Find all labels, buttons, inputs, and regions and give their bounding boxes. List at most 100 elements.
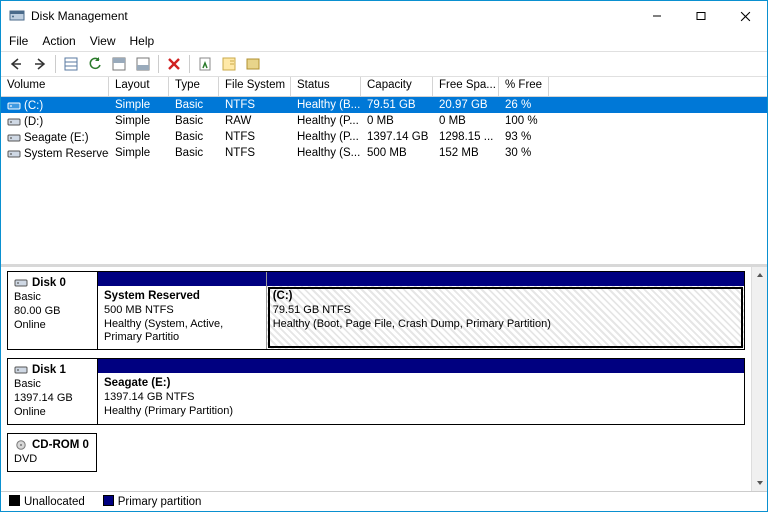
app-window: Disk Management File Action View Help Vo… [0, 0, 768, 512]
window-title: Disk Management [31, 9, 635, 23]
col-layout[interactable]: Layout [109, 77, 169, 96]
disk-state: Online [14, 319, 91, 333]
vertical-scrollbar[interactable] [751, 267, 767, 491]
toolbar-separator [158, 55, 159, 73]
col-type[interactable]: Type [169, 77, 219, 96]
disk-type: DVD [14, 453, 90, 467]
volume-type: Basic [169, 147, 219, 159]
col-pctfree[interactable]: % Free [499, 77, 549, 96]
window-controls [635, 1, 767, 31]
partition[interactable]: (C:)79.51 GB NTFSHealthy (Boot, Page Fil… [267, 272, 744, 349]
partition-status: Healthy (Boot, Page File, Crash Dump, Pr… [273, 318, 551, 330]
partition[interactable]: Seagate (E:)1397.14 GB NTFSHealthy (Prim… [98, 359, 744, 424]
drive-icon [7, 147, 21, 159]
menu-help[interactable]: Help [130, 34, 155, 48]
volume-row[interactable]: System ReservedSimpleBasicNTFSHealthy (S… [1, 145, 767, 161]
legend-swatch-black [9, 495, 20, 506]
volume-free: 152 MB [433, 147, 499, 159]
partition-size: 1397.14 GB NTFS [104, 391, 195, 403]
col-freespace[interactable]: Free Spa... [433, 77, 499, 96]
partition-title: Seagate (E:) [104, 377, 170, 389]
disk-type: Basic [14, 291, 91, 305]
volume-capacity: 500 MB [361, 147, 433, 159]
disk-icon [14, 365, 28, 375]
disk-info[interactable]: Disk 0Basic80.00 GBOnline [7, 271, 97, 350]
minimize-button[interactable] [635, 1, 679, 31]
scroll-down-icon[interactable] [752, 475, 768, 491]
toolbar-panel-top[interactable] [108, 53, 130, 75]
volume-capacity: 0 MB [361, 115, 433, 127]
titlebar: Disk Management [1, 1, 767, 31]
volume-row[interactable]: (D:)SimpleBasicRAWHealthy (P...0 MB0 MB1… [1, 113, 767, 129]
toolbar-panel-bottom[interactable] [132, 53, 154, 75]
partition-body: System Reserved 500 MB NTFS Healthy (Syste… [98, 286, 266, 349]
forward-button[interactable] [29, 53, 51, 75]
volume-layout: Simple [109, 131, 169, 143]
disk-row: CD-ROM 0DVD [7, 433, 745, 472]
volume-row[interactable]: Seagate (E:)SimpleBasicNTFSHealthy (P...… [1, 129, 767, 145]
help-button[interactable] [218, 53, 240, 75]
content-area: Volume Layout Type File System Status Ca… [1, 77, 767, 511]
volume-fs: NTFS [219, 131, 291, 143]
refresh-button[interactable] [84, 53, 106, 75]
volume-pct: 93 % [499, 131, 549, 143]
toolbar [1, 51, 767, 77]
partition-body: Seagate (E:)1397.14 GB NTFSHealthy (Prim… [98, 373, 744, 424]
disk-info[interactable]: Disk 1Basic1397.14 GBOnline [7, 358, 97, 425]
disk-label: Disk 0 [32, 276, 66, 290]
partition-header [98, 272, 266, 286]
volume-name: System Reserved [24, 148, 109, 160]
toolbar-view-list[interactable] [60, 53, 82, 75]
legend: Unallocated Primary partition [1, 491, 767, 511]
menu-action[interactable]: Action [42, 34, 75, 48]
volume-pct: 30 % [499, 147, 549, 159]
partition-size: 79.51 GB NTFS [273, 304, 351, 316]
toolbar-separator [189, 55, 190, 73]
properties-button[interactable] [194, 53, 216, 75]
volume-name: Seagate (E:) [24, 132, 89, 144]
volume-capacity: 79.51 GB [361, 99, 433, 111]
legend-primary: Primary partition [103, 495, 202, 508]
col-filesystem[interactable]: File System [219, 77, 291, 96]
menu-view[interactable]: View [90, 34, 116, 48]
volume-fs: NTFS [219, 99, 291, 111]
col-volume[interactable]: Volume [1, 77, 109, 96]
partition-status: Healthy (System, Active, Primary Partiti… [104, 318, 223, 344]
volume-type: Basic [169, 99, 219, 111]
maximize-button[interactable] [679, 1, 723, 31]
legend-primary-label: Primary partition [118, 496, 202, 508]
volume-rows: (C:)SimpleBasicNTFSHealthy (B...79.51 GB… [1, 97, 767, 161]
col-status[interactable]: Status [291, 77, 361, 96]
graphical-pane: Disk 0Basic80.00 GBOnlineSystem Reserved… [1, 267, 751, 491]
graphical-wrap: Disk 0Basic80.00 GBOnlineSystem Reserved… [1, 267, 767, 491]
menubar: File Action View Help [1, 31, 767, 51]
volume-pct: 26 % [499, 99, 549, 111]
back-button[interactable] [5, 53, 27, 75]
volume-layout: Simple [109, 147, 169, 159]
partition[interactable]: System Reserved 500 MB NTFS Healthy (Syste… [98, 272, 267, 349]
volume-pct: 100 % [499, 115, 549, 127]
disk-icon [14, 278, 28, 288]
legend-swatch-navy [103, 495, 114, 506]
disk-partitions: System Reserved 500 MB NTFS Healthy (Syste… [97, 271, 745, 350]
disk-row: Disk 0Basic80.00 GBOnlineSystem Reserved… [7, 271, 745, 350]
toolbar-extra[interactable] [242, 53, 264, 75]
delete-button[interactable] [163, 53, 185, 75]
partition-header [267, 272, 744, 286]
scroll-up-icon[interactable] [752, 267, 768, 283]
menu-file[interactable]: File [9, 34, 28, 48]
volume-free: 20.97 GB [433, 99, 499, 111]
disk-info[interactable]: CD-ROM 0DVD [7, 433, 97, 472]
volume-name: (C:) [24, 100, 43, 112]
volume-list-pane: Volume Layout Type File System Status Ca… [1, 77, 767, 267]
partition-title: System Reserved [104, 290, 200, 302]
col-capacity[interactable]: Capacity [361, 77, 433, 96]
volume-free: 1298.15 ... [433, 131, 499, 143]
volume-row[interactable]: (C:)SimpleBasicNTFSHealthy (B...79.51 GB… [1, 97, 767, 113]
disk-label: Disk 1 [32, 363, 66, 377]
volume-capacity: 1397.14 GB [361, 131, 433, 143]
volume-header-row: Volume Layout Type File System Status Ca… [1, 77, 767, 97]
volume-status: Healthy (P... [291, 115, 361, 127]
partition-size: 500 MB NTFS [104, 304, 174, 316]
close-button[interactable] [723, 1, 767, 31]
